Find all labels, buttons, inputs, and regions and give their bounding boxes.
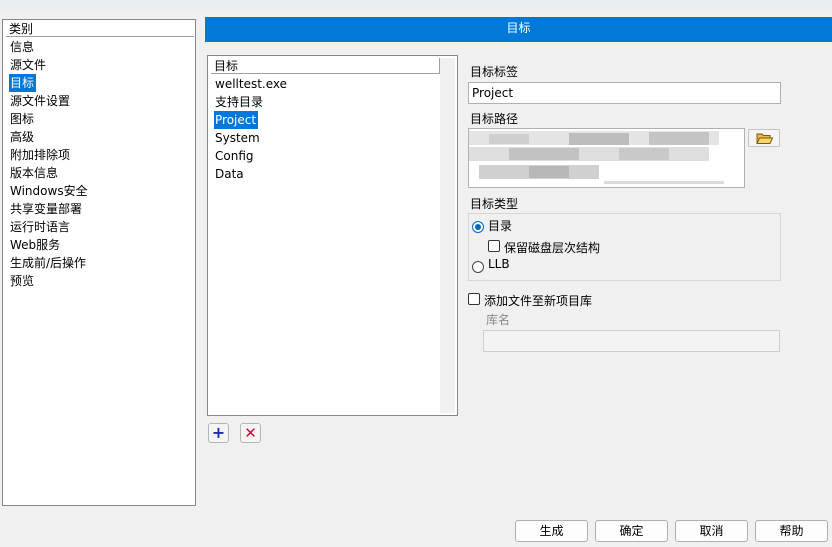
page-title: 目标 bbox=[205, 17, 832, 42]
category-item-windows-security[interactable]: Windows安全 bbox=[6, 182, 194, 200]
destination-item-project[interactable]: Project bbox=[211, 111, 440, 129]
llb-radio-label[interactable]: LLB bbox=[488, 257, 510, 271]
category-item-source-file-settings[interactable]: 源文件设置 bbox=[6, 92, 194, 110]
destination-list[interactable]: 目标 welltest.exe 支持目录 Project System Conf… bbox=[207, 55, 458, 416]
library-name-input[interactable] bbox=[483, 330, 780, 352]
category-item-pre-post-build-actions[interactable]: 生成前/后操作 bbox=[6, 254, 194, 272]
preserve-hierarchy-label[interactable]: 保留磁盘层次结构 bbox=[504, 239, 600, 256]
build-button[interactable]: 生成 bbox=[515, 520, 588, 542]
add-to-library-label[interactable]: 添加文件至新项目库 bbox=[484, 292, 592, 309]
category-item-shared-variable-deployment[interactable]: 共享变量部署 bbox=[6, 200, 194, 218]
blurred-path-segment bbox=[509, 148, 579, 160]
blurred-path-segment bbox=[489, 134, 529, 144]
directory-radio[interactable] bbox=[472, 221, 484, 233]
category-item-advanced[interactable]: 高级 bbox=[6, 128, 194, 146]
destination-label-input[interactable]: Project bbox=[468, 82, 781, 104]
category-list[interactable]: 类别 信息 源文件 目标 源文件设置 图标 高级 附加排除项 版本信息 Wind… bbox=[2, 19, 196, 506]
category-item-info[interactable]: 信息 bbox=[6, 38, 194, 56]
help-button[interactable]: 帮助 bbox=[755, 520, 828, 542]
category-item-icon[interactable]: 图标 bbox=[6, 110, 194, 128]
destination-list-header: 目标 bbox=[211, 58, 440, 74]
open-folder-icon bbox=[756, 133, 774, 144]
category-item-source-files[interactable]: 源文件 bbox=[6, 56, 194, 74]
add-to-library-checkbox[interactable] bbox=[468, 293, 480, 305]
destination-item-support-directory[interactable]: 支持目录 bbox=[211, 93, 440, 111]
top-strip bbox=[0, 0, 832, 9]
destination-path-caption: 目标路径 bbox=[470, 112, 519, 126]
category-item-web-services[interactable]: Web服务 bbox=[6, 236, 194, 254]
destination-path-input[interactable] bbox=[468, 128, 745, 188]
llb-radio[interactable] bbox=[472, 261, 484, 273]
category-item-preview[interactable]: 预览 bbox=[6, 272, 194, 290]
blurred-path-segment bbox=[649, 132, 709, 145]
blurred-path-segment bbox=[569, 133, 629, 145]
directory-radio-label[interactable]: 目录 bbox=[488, 217, 512, 234]
destination-item-system[interactable]: System bbox=[211, 129, 440, 147]
cancel-button[interactable]: 取消 bbox=[675, 520, 748, 542]
add-destination-button[interactable]: + bbox=[208, 423, 229, 443]
category-item-additional-exclusions[interactable]: 附加排除项 bbox=[6, 146, 194, 164]
plus-icon: + bbox=[211, 423, 226, 442]
category-item-version-info[interactable]: 版本信息 bbox=[6, 164, 194, 182]
category-item-runtime-languages[interactable]: 运行时语言 bbox=[6, 218, 194, 236]
category-header: 类别 bbox=[6, 21, 194, 37]
destination-item-data[interactable]: Data bbox=[211, 165, 440, 183]
blurred-path-segment bbox=[619, 148, 669, 160]
category-item-destinations[interactable]: 目标 bbox=[6, 74, 194, 92]
destination-list-scrollbar[interactable] bbox=[440, 58, 455, 413]
destination-type-caption: 目标类型 bbox=[470, 197, 519, 211]
browse-folder-button[interactable] bbox=[748, 129, 780, 147]
delete-x-icon: ✕ bbox=[244, 424, 257, 442]
destination-item-welltest-exe[interactable]: welltest.exe bbox=[211, 75, 440, 93]
destination-item-config[interactable]: Config bbox=[211, 147, 440, 165]
destination-items: welltest.exe 支持目录 Project System Config … bbox=[211, 75, 440, 183]
category-items: 信息 源文件 目标 源文件设置 图标 高级 附加排除项 版本信息 Windows… bbox=[6, 38, 194, 290]
remove-destination-button[interactable]: ✕ bbox=[240, 423, 261, 443]
ok-button[interactable]: 确定 bbox=[595, 520, 668, 542]
blurred-path-segment bbox=[529, 166, 569, 178]
library-name-caption: 库名 bbox=[486, 313, 511, 327]
blurred-path-row-4 bbox=[604, 181, 724, 184]
preserve-hierarchy-checkbox[interactable] bbox=[488, 240, 500, 252]
blurred-path-row-2 bbox=[469, 147, 709, 161]
destination-label-caption: 目标标签 bbox=[470, 65, 519, 79]
